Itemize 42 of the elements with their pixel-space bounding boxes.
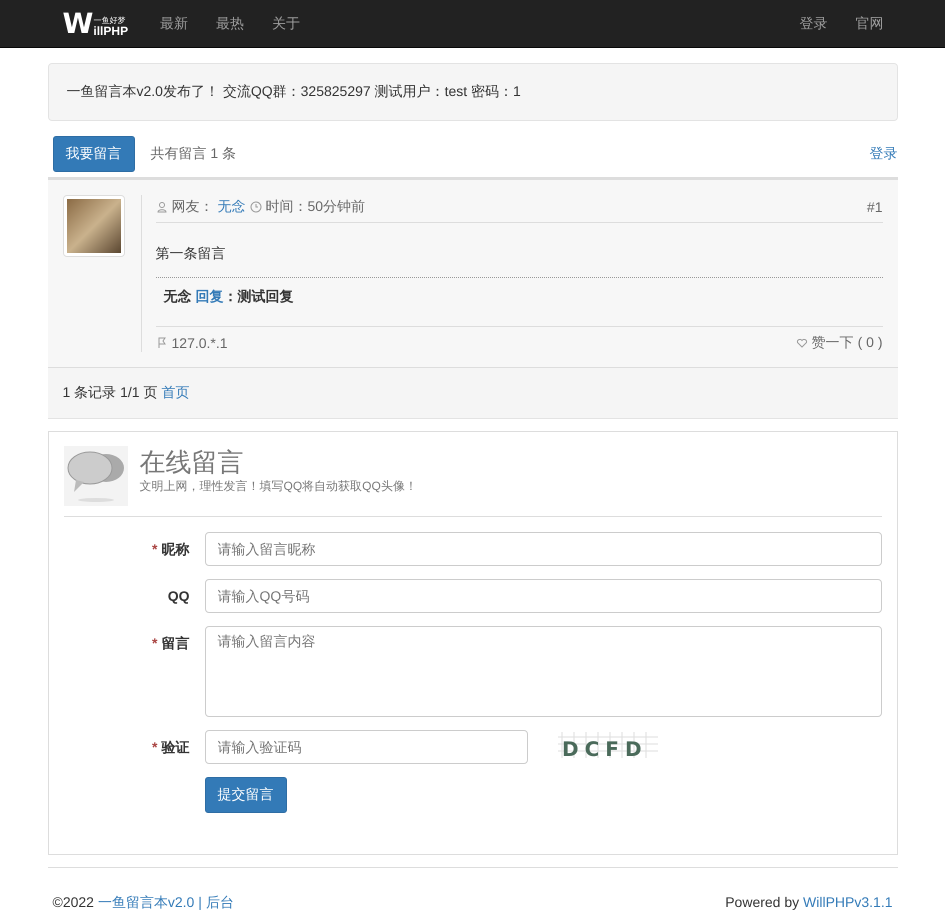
- heart-icon: [796, 337, 808, 349]
- clock-icon: [250, 201, 262, 213]
- flag-icon: [156, 337, 168, 349]
- login-link[interactable]: 登录: [870, 145, 898, 163]
- nav-link[interactable]: 登录: [786, 14, 842, 32]
- write-message-button[interactable]: 我要留言: [52, 136, 134, 172]
- nickname-field[interactable]: 请输入留言昵称: [204, 532, 882, 566]
- notice-banner: 一鱼留言本v2.0发布了！ 交流QQ群：325825297 测试用户：test 密码：1: [48, 63, 898, 121]
- message-number: #1: [866, 199, 882, 215]
- form-title: 在线留言: [140, 446, 244, 478]
- captcha-field[interactable]: 请输入验证码: [204, 730, 528, 764]
- post-time: 时间：50分钟前: [266, 198, 366, 216]
- framework-link[interactable]: WillPHPv3.1.1: [803, 894, 892, 910]
- nav-link[interactable]: 关于: [258, 14, 314, 32]
- message-count: 共有留言 1 条: [150, 145, 236, 163]
- speech-bubbles-icon: [64, 446, 128, 506]
- submit-button[interactable]: 提交留言: [204, 777, 286, 813]
- field-label: QQ: [166, 587, 190, 604]
- ip-address: 127.0.*.1: [172, 335, 228, 351]
- first-page-link[interactable]: 首页: [161, 384, 190, 402]
- powered-by-text: Powered by WillPHPv3.1.1: [725, 894, 892, 912]
- reply-text: 无念 回复：测试回复: [156, 278, 882, 327]
- field-label: * 留言: [151, 634, 190, 653]
- nav-link[interactable]: 官网: [842, 14, 898, 32]
- admin-link[interactable]: 后台: [206, 894, 234, 910]
- copyright-text: ©2022 一鱼留言本v2.0 | 后台: [52, 894, 234, 912]
- field-label: * 昵称: [151, 540, 190, 559]
- captcha-image: DCFD: [558, 730, 658, 760]
- field-label: * 验证: [151, 738, 190, 757]
- message-text: 第一条留言: [156, 223, 882, 278]
- qq-field[interactable]: 请输入QQ号码: [204, 579, 882, 613]
- user-label: 网友：: [172, 198, 214, 216]
- nav-link[interactable]: 最新: [146, 14, 202, 32]
- reply-link[interactable]: 回复: [195, 288, 224, 304]
- form-subtitle: 文明上网，理性发言！填写QQ将自动获取QQ头像！: [140, 478, 417, 495]
- site-link[interactable]: 一鱼留言本v2.0: [98, 894, 194, 910]
- like-button[interactable]: 赞一下 ( 0 ): [812, 334, 882, 352]
- user-icon: [156, 201, 168, 213]
- page-summary: 1 条记录 1/1 页: [62, 384, 158, 402]
- user-link[interactable]: 无念: [218, 198, 246, 216]
- message-field[interactable]: 请输入留言内容: [204, 626, 882, 717]
- nav-link[interactable]: 最热: [202, 14, 258, 32]
